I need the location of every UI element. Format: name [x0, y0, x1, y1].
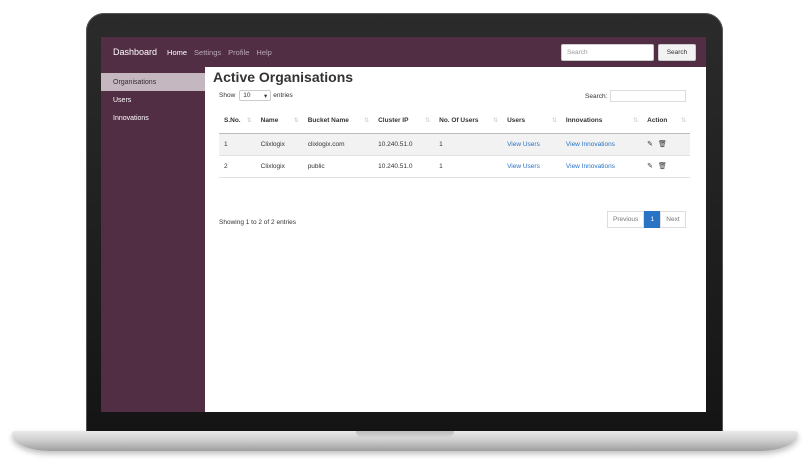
cell-name: Clixlogix	[255, 133, 303, 156]
laptop-notch	[356, 431, 454, 438]
screen: Dashboard Home Settings Profile Help Sea…	[101, 37, 706, 412]
nav-help[interactable]: Help	[256, 48, 271, 57]
navbar-search-input[interactable]	[561, 44, 654, 61]
entries-select[interactable]: 10 ▾	[239, 90, 272, 101]
pagination-next[interactable]: Next	[660, 211, 686, 228]
col-cluster-ip-label: Cluster IP	[378, 117, 409, 125]
sort-arrows-icon: ⇅	[680, 118, 686, 124]
col-name[interactable]: Name ⇅	[255, 109, 303, 134]
table-header-row: S.No. ⇅ Name ⇅ Bucket Name ⇅ Cluster IP ⇅ No…	[219, 109, 690, 134]
col-sno[interactable]: S.No. ⇅	[219, 109, 256, 134]
sidebar-item-innovations[interactable]: Innovations	[101, 109, 205, 127]
table-row: 1 Clixlogix clixlogix.com 10.240.51.0 1 …	[219, 133, 690, 156]
col-bucket-label: Bucket Name	[307, 117, 349, 125]
cell-sno: 1	[219, 133, 256, 156]
cell-sno: 2	[219, 155, 256, 178]
col-innovations[interactable]: Innovations ⇅	[560, 109, 643, 134]
top-navbar: Dashboard Home Settings Profile Help Sea…	[101, 37, 706, 67]
caret-down-icon: ▾	[264, 92, 268, 100]
entries-value: 10	[243, 92, 251, 99]
sidebar: Organisations Users Innovations	[101, 67, 205, 412]
cell-users-count: 1	[434, 133, 503, 156]
col-cluster-ip[interactable]: Cluster IP ⇅	[373, 109, 435, 134]
col-action-label: Action	[647, 117, 668, 125]
col-name-label: Name	[260, 117, 279, 125]
organisations-table: S.No. ⇅ Name ⇅ Bucket Name ⇅ Cluster IP ⇅ No…	[219, 109, 690, 178]
sort-arrows-icon: ⇅	[493, 118, 499, 124]
table-search-label: Search:	[585, 92, 608, 100]
table-row: 2 Clixlogix public 10.240.51.0 1 View Us…	[219, 155, 690, 178]
sidebar-item-organisations[interactable]: Organisations	[101, 73, 205, 91]
cell-name: Clixlogix	[255, 155, 303, 178]
brand-link[interactable]: Dashboard	[113, 47, 157, 57]
view-users-link[interactable]: View Users	[507, 141, 540, 148]
cell-action: ✎ 🗑	[642, 155, 690, 178]
col-users-count[interactable]: No. Of Users ⇅	[434, 109, 503, 134]
trash-icon[interactable]: 🗑	[658, 162, 667, 170]
col-action[interactable]: Action ⇅	[642, 109, 690, 134]
edit-icon[interactable]: ✎	[647, 140, 653, 148]
view-innovations-link[interactable]: View Innovations	[566, 141, 615, 148]
view-innovations-link[interactable]: View Innovations	[566, 163, 615, 170]
cell-bucket: public	[302, 155, 374, 178]
col-users-count-label: No. Of Users	[439, 117, 479, 125]
sidebar-item-users[interactable]: Users	[101, 91, 205, 109]
main-content: Active Organisations Show 10 ▾ entries S…	[205, 67, 706, 412]
pagination: Previous 1 Next	[607, 211, 686, 228]
cell-cluster-ip: 10.240.51.0	[373, 133, 435, 156]
col-innovations-label: Innovations	[565, 117, 603, 125]
nav-links: Home Settings Profile Help	[167, 48, 279, 57]
nav-profile[interactable]: Profile	[228, 48, 249, 57]
nav-home[interactable]: Home	[167, 48, 187, 57]
table-search-input[interactable]	[610, 90, 687, 102]
sort-arrows-icon: ⇅	[425, 118, 431, 124]
navbar-search-button[interactable]: Search	[658, 44, 696, 61]
cell-users-count: 1	[434, 155, 503, 178]
table-search: Search:	[585, 90, 687, 102]
table-info: Showing 1 to 2 of 2 entries	[219, 219, 296, 226]
col-bucket[interactable]: Bucket Name ⇅	[302, 109, 374, 134]
col-users-label: Users	[507, 117, 526, 125]
pagination-page-1[interactable]: 1	[644, 211, 661, 228]
view-users-link[interactable]: View Users	[507, 163, 540, 170]
page-title: Active Organisations	[213, 69, 354, 85]
sort-arrows-icon: ⇅	[246, 118, 252, 124]
show-label: Show	[219, 92, 236, 99]
entries-length-control: Show 10 ▾ entries	[219, 90, 293, 101]
nav-settings[interactable]: Settings	[194, 48, 221, 57]
col-sno-label: S.No.	[224, 117, 241, 125]
entries-label: entries	[273, 92, 293, 99]
edit-icon[interactable]: ✎	[647, 162, 653, 170]
pagination-previous[interactable]: Previous	[607, 211, 645, 228]
cell-bucket: clixlogix.com	[302, 133, 374, 156]
trash-icon[interactable]: 🗑	[658, 140, 667, 148]
sort-arrows-icon: ⇅	[293, 118, 299, 124]
sort-arrows-icon: ⇅	[551, 118, 557, 124]
col-users[interactable]: Users ⇅	[502, 109, 561, 134]
cell-action: ✎ 🗑	[642, 133, 690, 156]
sort-arrows-icon: ⇅	[633, 118, 639, 124]
cell-cluster-ip: 10.240.51.0	[373, 155, 435, 178]
sort-arrows-icon: ⇅	[364, 118, 370, 124]
